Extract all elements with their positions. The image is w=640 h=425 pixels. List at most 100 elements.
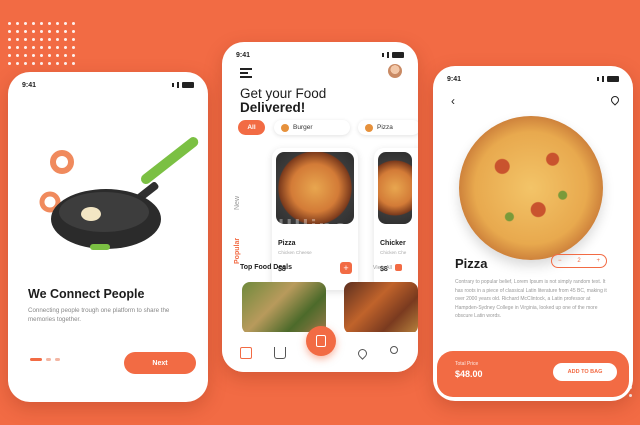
- dot: [56, 38, 59, 41]
- dot: [8, 54, 11, 57]
- onboarding-title: We Connect People: [28, 287, 145, 301]
- dot: [72, 22, 75, 25]
- dot: [16, 30, 19, 33]
- dot: [32, 46, 35, 49]
- dot: [16, 62, 19, 65]
- heart-icon[interactable]: [609, 94, 621, 106]
- chip-all[interactable]: All: [238, 120, 265, 135]
- dot: [72, 30, 75, 33]
- signal-icon: [382, 52, 404, 58]
- vertical-tabs: Popular New: [234, 154, 248, 274]
- dot: [64, 30, 67, 33]
- tab-popular[interactable]: Popular: [234, 238, 241, 264]
- dot: [24, 54, 27, 57]
- status-bar: 9:41: [447, 74, 619, 84]
- bag-icon[interactable]: [306, 326, 336, 356]
- chip-label: All: [247, 124, 256, 131]
- dot: [8, 38, 11, 41]
- grid-icon[interactable]: [240, 347, 252, 359]
- total-label: Total Price: [455, 361, 479, 367]
- dot: [40, 38, 43, 41]
- dot: [72, 46, 75, 49]
- heart-icon[interactable]: [356, 347, 369, 360]
- chip-burger[interactable]: Burger: [274, 120, 350, 135]
- home-phone: 9:41 Get your Food Delivered! All Burger…: [222, 42, 418, 372]
- quantity-value: 2: [577, 258, 581, 264]
- menu-icon[interactable]: [240, 68, 252, 80]
- food-subtitle: Chicken Che: [380, 250, 407, 255]
- dot: [56, 30, 59, 33]
- dot: [32, 38, 35, 41]
- tab-new[interactable]: New: [234, 196, 241, 210]
- chip-pizza[interactable]: Pizza: [358, 120, 418, 135]
- dot: [40, 54, 43, 57]
- dot-pattern: [8, 22, 75, 65]
- cart-icon[interactable]: [274, 347, 286, 359]
- onboarding-description: Connecting people trough one platform to…: [28, 307, 170, 323]
- dot: [48, 30, 51, 33]
- product-title: Pizza: [455, 256, 488, 271]
- dot: [32, 22, 35, 25]
- pizza-icon: [365, 123, 373, 132]
- dot: [32, 62, 35, 65]
- view-all-label: View All: [372, 264, 392, 271]
- dot: [64, 54, 67, 57]
- dot: [8, 46, 11, 49]
- dot: [24, 38, 27, 41]
- status-time: 9:41: [236, 51, 251, 59]
- dot: [64, 46, 67, 49]
- dot: [8, 22, 11, 25]
- add-icon[interactable]: +: [340, 262, 352, 274]
- food-image: [276, 152, 354, 224]
- dot: [48, 38, 51, 41]
- price-bar: Total Price $48.00 ADD TO BAG: [437, 351, 629, 397]
- dot: [72, 54, 75, 57]
- page-dot: [46, 358, 51, 361]
- plus-icon[interactable]: +: [596, 258, 600, 264]
- avatar[interactable]: [388, 64, 402, 78]
- dot: [56, 54, 59, 57]
- chip-label: Burger: [293, 124, 313, 131]
- quantity-stepper[interactable]: − 2 +: [551, 254, 607, 268]
- dot: [16, 38, 19, 41]
- page-dot-active: [30, 358, 42, 361]
- burger-icon: [281, 123, 289, 132]
- add-to-bag-button[interactable]: ADD TO BAG: [553, 363, 617, 381]
- section-title: Top Food Deals: [240, 264, 292, 271]
- dot: [16, 22, 19, 25]
- dot: [56, 62, 59, 65]
- status-time: 9:41: [447, 75, 462, 83]
- view-all-link[interactable]: View All: [373, 264, 402, 271]
- dot: [24, 22, 27, 25]
- deal-image[interactable]: [242, 282, 326, 334]
- dot: [24, 46, 27, 49]
- page-indicator: [30, 358, 60, 361]
- food-name: Chicker: [380, 240, 406, 247]
- dot: [8, 30, 11, 33]
- detail-phone: 9:41 ‹ Pizza − 2 + Contrary to popular b…: [433, 66, 633, 401]
- user-icon[interactable]: [390, 346, 398, 354]
- dot: [48, 62, 51, 65]
- back-icon[interactable]: ‹: [451, 94, 455, 108]
- dot: [64, 38, 67, 41]
- status-time: 9:41: [22, 81, 37, 89]
- dot: [40, 30, 43, 33]
- food-name: Pizza: [278, 240, 296, 247]
- dot: [48, 22, 51, 25]
- dot: [24, 30, 27, 33]
- food-image: [378, 152, 412, 224]
- status-bar: 9:41: [236, 50, 404, 60]
- product-description: Contrary to popular belief, Lorem Ipsum …: [455, 279, 607, 319]
- dot: [32, 30, 35, 33]
- headline-line2: Delivered!: [240, 100, 306, 115]
- dot: [32, 54, 35, 57]
- dot: [16, 54, 19, 57]
- deal-image[interactable]: [344, 282, 418, 334]
- total-price: $48.00: [455, 369, 483, 379]
- page-title: Get your Food Delivered!: [240, 87, 326, 115]
- next-button[interactable]: Next: [124, 352, 196, 374]
- dot: [16, 46, 19, 49]
- chip-label: Pizza: [377, 124, 393, 131]
- shrimp-icon: [50, 150, 74, 174]
- minus-icon[interactable]: −: [558, 258, 562, 264]
